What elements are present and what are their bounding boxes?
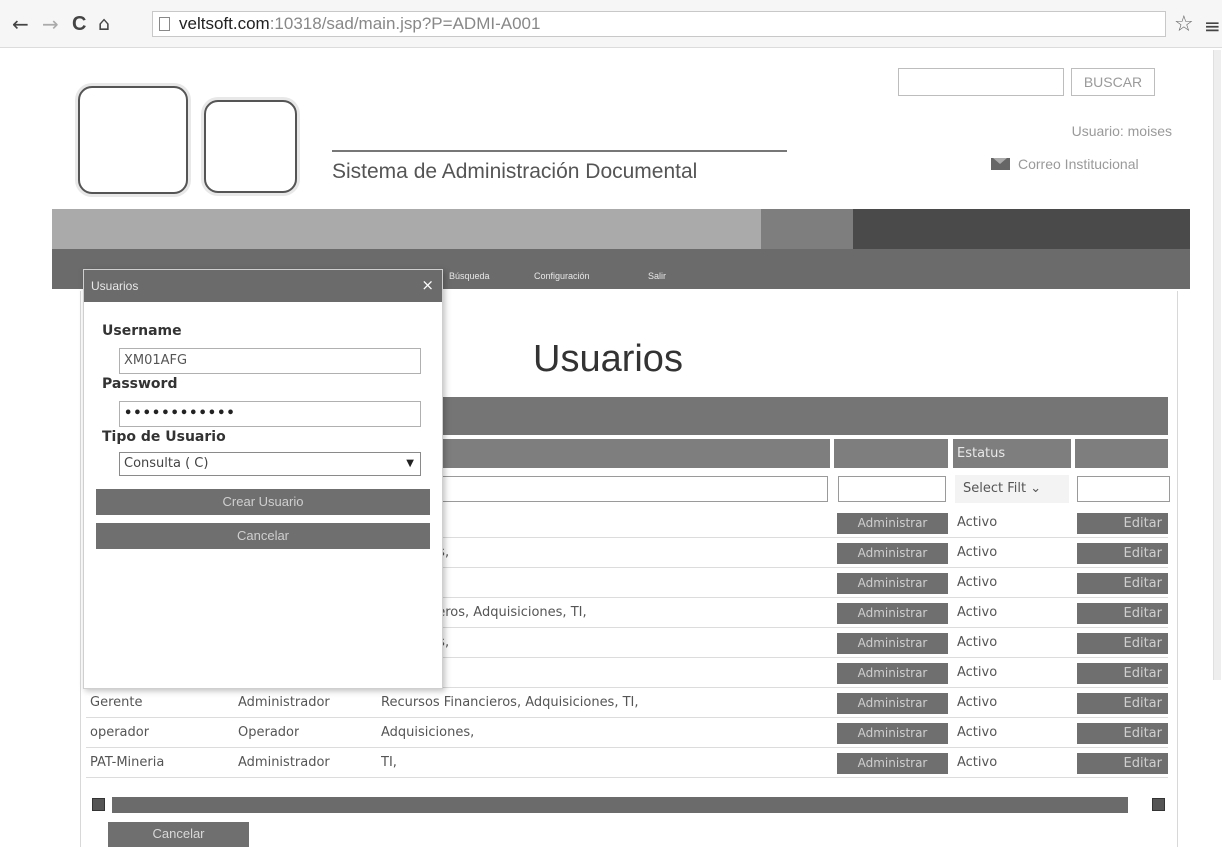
administrar-button[interactable]: Administrar: [837, 633, 948, 654]
administrar-button[interactable]: Administrar: [837, 513, 948, 534]
create-user-button[interactable]: Crear Usuario: [96, 489, 430, 515]
cell-user-type: Administrador: [238, 695, 330, 710]
edit-button[interactable]: Editar: [1077, 723, 1168, 744]
edit-button[interactable]: Editar: [1077, 663, 1168, 684]
status-filter-select[interactable]: Select Filt ⌄: [955, 475, 1069, 503]
user-type-label: Tipo de Usuario: [102, 429, 226, 445]
administrar-button[interactable]: Administrar: [837, 603, 948, 624]
scroll-right-icon[interactable]: [1152, 798, 1165, 811]
address-bar[interactable]: veltsoft.com:10318/sad/main.jsp?P=ADMI-A…: [152, 11, 1166, 37]
cell-user-type: Administrador: [238, 755, 330, 770]
edit-button[interactable]: Editar: [1077, 543, 1168, 564]
url-path: :10318/sad/main.jsp?P=ADMI-A001: [269, 14, 541, 33]
page-cancel-button[interactable]: Cancelar: [108, 822, 249, 847]
dialog-cancel-button[interactable]: Cancelar: [96, 523, 430, 549]
cell-areas: Adquisiciones,: [381, 725, 475, 740]
cell-status: Activo: [957, 515, 998, 530]
table-row: operador Operador Adquisiciones, Administra…: [86, 718, 1168, 748]
edit-button[interactable]: Editar: [1077, 753, 1168, 774]
filter-areas-input[interactable]: [380, 476, 828, 502]
close-icon[interactable]: ×: [421, 277, 434, 293]
cell-username: operador: [90, 725, 150, 740]
edit-button[interactable]: Editar: [1077, 603, 1168, 624]
search-input[interactable]: [898, 68, 1064, 96]
cell-status: Activo: [957, 545, 998, 560]
title-divider: [332, 150, 787, 152]
page-icon: [159, 17, 170, 31]
bookmark-star-icon[interactable]: ☆: [1174, 12, 1194, 37]
dialog-titlebar: Usuarios ×: [84, 270, 442, 302]
search-button[interactable]: BUSCAR: [1071, 68, 1155, 96]
logo-primary: [78, 86, 188, 194]
administrar-button[interactable]: Administrar: [837, 753, 948, 774]
cell-areas: TI,: [381, 755, 397, 770]
chevron-down-icon: ▼: [406, 458, 414, 469]
nav-item-salir[interactable]: Salir: [648, 271, 666, 281]
administrar-button[interactable]: Administrar: [837, 573, 948, 594]
username-label: Username: [102, 323, 182, 339]
create-user-dialog: Usuarios × Username XM01AFG Password •••…: [83, 269, 443, 689]
edit-button[interactable]: Editar: [1077, 693, 1168, 714]
password-field[interactable]: ••••••••••••: [119, 401, 421, 427]
column-header-admin: [834, 439, 948, 468]
administrar-button[interactable]: Administrar: [837, 543, 948, 564]
header-band-mid: [761, 209, 853, 249]
filter-edit-input[interactable]: [1077, 476, 1170, 502]
envelope-icon: [991, 158, 1010, 170]
cell-areas: Recursos Financieros, Adquisiciones, TI,: [381, 695, 639, 710]
page-scrollbar[interactable]: [1213, 50, 1221, 680]
cell-status: Activo: [957, 725, 998, 740]
cell-status: Activo: [957, 755, 998, 770]
header-band-dark: [853, 209, 1190, 249]
user-type-value: Consulta ( C): [124, 456, 209, 471]
logo-secondary: [204, 100, 297, 193]
site-title: Sistema de Administración Documental: [332, 160, 698, 183]
nav-item-configuracion[interactable]: Configuración: [534, 271, 590, 281]
forward-icon[interactable]: →: [42, 14, 59, 34]
cell-user-type: Operador: [238, 725, 300, 740]
administrar-button[interactable]: Administrar: [837, 693, 948, 714]
user-type-select[interactable]: Consulta ( C) ▼: [119, 452, 421, 476]
reload-icon[interactable]: C: [72, 14, 86, 34]
filter-admin-input[interactable]: [838, 476, 946, 502]
cell-status: Activo: [957, 575, 998, 590]
current-user-label: Usuario: moises: [1071, 123, 1172, 139]
column-header-edit: [1075, 439, 1168, 468]
edit-button[interactable]: Editar: [1077, 633, 1168, 654]
cell-status: Activo: [957, 665, 998, 680]
administrar-button[interactable]: Administrar: [837, 723, 948, 744]
back-icon[interactable]: ←: [12, 14, 29, 34]
cell-username: Gerente: [90, 695, 143, 710]
column-header-status: Estatus: [953, 439, 1071, 468]
table-row: Gerente Administrador Recursos Financieros…: [86, 688, 1168, 718]
dialog-title: Usuarios: [91, 279, 139, 293]
mail-link-label: Correo Institucional: [1018, 156, 1139, 172]
cell-status: Activo: [957, 635, 998, 650]
cell-status: Activo: [957, 695, 998, 710]
password-label: Password: [102, 376, 178, 392]
edit-button[interactable]: Editar: [1077, 513, 1168, 534]
browser-menu-icon[interactable]: ≡: [1204, 14, 1221, 38]
header-band: [52, 209, 1190, 249]
page-title: Usuarios: [533, 338, 683, 380]
username-field[interactable]: XM01AFG: [119, 348, 421, 374]
institutional-mail-link[interactable]: Correo Institucional: [991, 156, 1139, 172]
table-horizontal-scrollbar[interactable]: [92, 797, 1166, 813]
table-row: PAT-Mineria Administrador TI, Administrar Ac…: [86, 748, 1168, 778]
scroll-left-icon[interactable]: [92, 798, 105, 811]
nav-item-busqueda[interactable]: Búsqueda: [449, 271, 490, 281]
cell-username: PAT-Mineria: [90, 755, 165, 770]
scrollbar-track[interactable]: [112, 797, 1128, 813]
cell-status: Activo: [957, 605, 998, 620]
home-icon[interactable]: ⌂: [98, 14, 110, 34]
browser-toolbar: ← → C ⌂ veltsoft.com:10318/sad/main.jsp?…: [0, 0, 1222, 48]
column-header-areas: [380, 439, 830, 468]
edit-button[interactable]: Editar: [1077, 573, 1168, 594]
administrar-button[interactable]: Administrar: [837, 663, 948, 684]
url-host: veltsoft.com: [179, 14, 270, 33]
